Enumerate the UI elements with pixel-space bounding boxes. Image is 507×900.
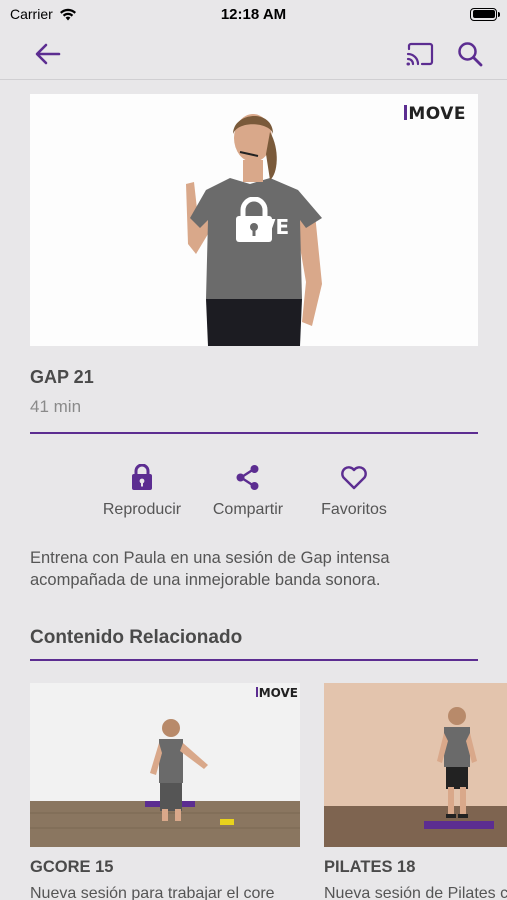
lock-icon <box>236 197 272 242</box>
related-section-title: Contenido Relacionado <box>30 627 243 648</box>
favorite-button[interactable]: Favoritos <box>299 462 409 519</box>
related-description: Nueva sesión para trabajar el core <box>30 885 275 900</box>
related-title: GCORE 15 <box>30 858 114 876</box>
related-divider <box>30 659 478 661</box>
cast-icon <box>406 42 434 66</box>
workout-thumbnail-image <box>324 683 507 847</box>
share-label: Compartir <box>212 501 284 518</box>
favorite-label: Favoritos <box>321 501 387 518</box>
arrow-left-icon <box>35 43 61 65</box>
search-button[interactable] <box>454 38 486 70</box>
share-icon <box>236 464 259 490</box>
video-duration: 41 min <box>30 397 82 416</box>
related-card[interactable]: PILATES 18 Nueva sesión de Pilates c <box>324 683 507 900</box>
carrier-group: Carrier <box>10 6 77 22</box>
related-card[interactable]: MOVE GCORE 15 Nueva sesión para trabajar… <box>30 683 300 900</box>
battery-icon <box>470 7 500 21</box>
related-description: Nueva sesión de Pilates c <box>324 885 507 900</box>
related-brand-logo: MOVE <box>255 686 298 700</box>
video-player[interactable]: VE MOVE <box>30 94 478 346</box>
related-title: PILATES 18 <box>324 858 416 876</box>
share-button[interactable]: Compartir <box>193 462 303 519</box>
related-thumbnail <box>324 683 507 847</box>
wifi-icon <box>59 8 76 20</box>
play-button[interactable]: Reproducir <box>87 462 197 519</box>
carrier-label: Carrier <box>10 6 53 22</box>
related-brand-text: MOVE <box>258 686 298 700</box>
brand-logo: MOVE <box>404 104 466 124</box>
navigation-bar <box>0 28 507 80</box>
status-bar: Carrier 12:18 AM <box>0 0 507 28</box>
video-description: Entrena con Paula en una sesión de Gap i… <box>30 549 390 589</box>
video-title: GAP 21 <box>30 367 94 387</box>
brand-logo-text: MOVE <box>408 104 466 124</box>
divider <box>30 432 478 434</box>
play-label: Reproducir <box>102 501 182 518</box>
related-thumbnail: MOVE <box>30 683 300 847</box>
lock-icon <box>132 463 152 490</box>
cast-button[interactable] <box>404 38 436 70</box>
workout-thumbnail-image <box>30 683 300 847</box>
back-button[interactable] <box>32 38 64 70</box>
search-icon <box>458 42 483 67</box>
heart-icon <box>341 465 367 489</box>
